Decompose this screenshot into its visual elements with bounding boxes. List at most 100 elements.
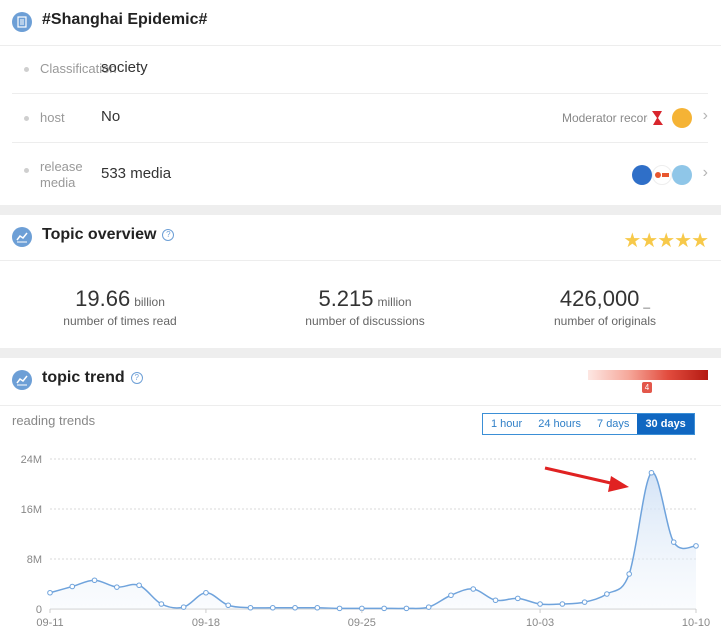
stat-number: 426,000 [559, 286, 640, 311]
moderator-avatar[interactable] [648, 108, 668, 128]
section-divider [0, 348, 721, 358]
overview-title: Topic overview? [42, 226, 175, 244]
reading-trends-label: reading trends [12, 413, 96, 428]
overview-card: Topic overview? ★★★★★ [0, 215, 721, 348]
x-tick-label: 10-03 [526, 617, 554, 629]
y-tick-label: 8M [27, 554, 42, 566]
data-point [247, 604, 254, 611]
y-tick-label: 16M [21, 504, 42, 516]
stat-unit: _ [643, 295, 651, 309]
tab-1-hour[interactable]: 1 hour [483, 414, 530, 434]
x-tick-label: 09-25 [348, 617, 376, 629]
moderator-avatar[interactable] [672, 108, 692, 128]
x-tick-label: 10-10 [682, 617, 710, 629]
stat-unit: million [377, 295, 412, 309]
data-point [69, 583, 76, 590]
chart-icon [12, 370, 32, 390]
data-point [559, 601, 566, 607]
x-tick-label: 09-18 [192, 617, 220, 629]
heat-scale-bar [588, 370, 708, 380]
data-point [292, 604, 298, 611]
data-point [336, 605, 343, 612]
classification-row: Classification society [12, 45, 708, 94]
data-point [626, 571, 632, 577]
release-media-value: 533 media [101, 165, 172, 182]
classification-value: society [101, 59, 148, 76]
stat-originals: 426,000 _ number of originals [505, 286, 705, 328]
host-row[interactable]: host No Moderator record › [12, 94, 708, 143]
stat-label: number of discussions [305, 314, 425, 328]
data-point [492, 597, 499, 604]
help-icon[interactable]: ? [130, 371, 143, 384]
data-point [47, 589, 53, 596]
trend-header: topic trend? [0, 358, 721, 406]
trend-line [49, 471, 697, 610]
red-arrow-head [608, 476, 629, 492]
chevron-right-icon[interactable]: › [703, 164, 708, 182]
data-point [158, 601, 165, 607]
section-divider [0, 205, 721, 215]
time-range-tabs: 1 hour 24 hours 7 days 30 days [482, 413, 695, 435]
x-tick-label: 09-11 [36, 617, 63, 629]
data-point [425, 604, 432, 610]
y-tick-label: 0 [36, 604, 42, 616]
chevron-right-icon[interactable]: › [703, 107, 708, 125]
data-point [470, 586, 477, 592]
data-point [693, 543, 699, 549]
reading-trend-chart: 0 8M 16M 24M 09-11 09-18 09-25 10-03 10-10 [21, 454, 710, 629]
data-point [91, 577, 98, 584]
trend-title-text: topic trend [42, 369, 125, 386]
media-avatar[interactable] [672, 165, 692, 185]
tab-30-days[interactable]: 30 days [637, 414, 694, 434]
document-icon [12, 12, 32, 32]
media-avatar[interactable] [652, 165, 672, 185]
data-point [203, 589, 209, 596]
stat-number: 19.66 [75, 286, 131, 311]
stat-read: 19.66 billion number of times read [20, 286, 220, 328]
data-point [537, 601, 543, 607]
data-point [314, 604, 321, 611]
overview-title-text: Topic overview [42, 226, 157, 243]
stat-number: 5.215 [318, 286, 374, 311]
topic-card: #Shanghai Epidemic# Classification socie… [0, 0, 721, 205]
data-point [269, 604, 276, 611]
data-point [581, 599, 588, 605]
trend-title: topic trend? [42, 369, 143, 387]
data-point [225, 602, 232, 609]
stat-label: number of originals [553, 314, 657, 328]
data-point [180, 604, 187, 610]
host-value: No [101, 108, 121, 125]
stat-discussions: 5.215 million number of discussions [265, 286, 465, 328]
chart-icon [12, 227, 32, 247]
tab-24-hours[interactable]: 24 hours [530, 414, 589, 434]
heat-level-marker: 4 [642, 382, 652, 393]
moderator-record-label[interactable]: Moderator record [562, 111, 654, 125]
star-rating: ★★★★★ [623, 230, 709, 252]
data-point [136, 582, 142, 589]
bullet-dot [24, 116, 29, 121]
trend-area [50, 472, 696, 609]
media-avatar[interactable] [632, 165, 652, 185]
stat-label: number of times read [63, 314, 177, 328]
help-icon[interactable]: ? [162, 228, 175, 241]
bullet-dot [24, 67, 29, 72]
host-label: host [40, 110, 65, 125]
release-media-label: release media [40, 159, 83, 190]
red-arrow-shaft [544, 466, 616, 486]
data-point [381, 605, 387, 612]
data-point [514, 595, 521, 602]
bullet-dot [24, 168, 29, 173]
data-point [114, 584, 120, 590]
tab-7-days[interactable]: 7 days [589, 414, 637, 434]
stat-unit: billion [134, 295, 165, 309]
data-point [648, 469, 655, 476]
release-media-row[interactable]: release media 533 media › [12, 143, 708, 195]
y-tick-label: 24M [21, 454, 42, 466]
data-point [448, 592, 454, 599]
topic-title: #Shanghai Epidemic# [42, 11, 208, 28]
data-point [670, 539, 677, 545]
data-point [403, 605, 410, 612]
data-point [604, 591, 610, 597]
topic-header: #Shanghai Epidemic# [0, 0, 721, 46]
overview-header: Topic overview? ★★★★★ [0, 215, 721, 261]
